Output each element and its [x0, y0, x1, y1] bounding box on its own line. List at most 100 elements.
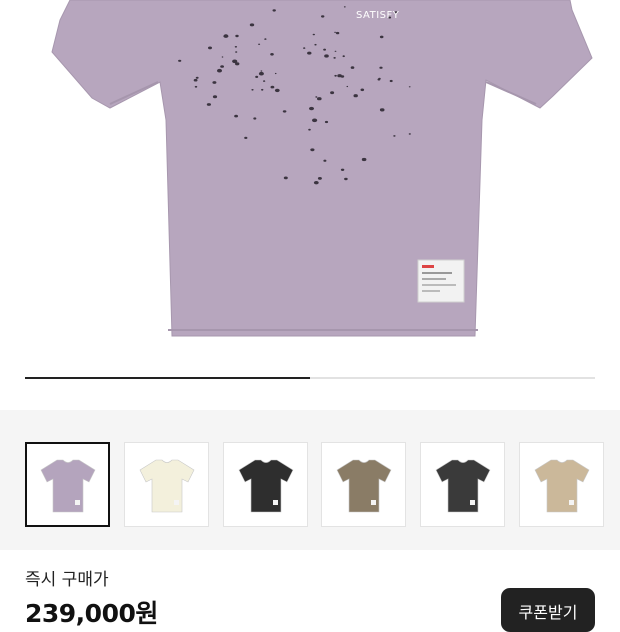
tshirt-thumb-icon — [534, 459, 589, 512]
distress-hole — [212, 95, 218, 99]
tshirt-thumb-shape — [139, 459, 194, 512]
distress-hole — [253, 117, 257, 120]
tshirt-thumb-shape — [238, 459, 293, 512]
gallery-progress-bar — [25, 377, 595, 379]
distress-hole — [260, 70, 263, 72]
distress-hole — [323, 48, 326, 51]
distress-hole — [330, 91, 335, 95]
distress-hole — [408, 86, 411, 88]
distress-hole — [261, 88, 264, 91]
distress-hole — [340, 168, 345, 171]
tshirt-thumb-icon — [139, 459, 194, 512]
distress-hole — [310, 148, 315, 152]
distress-hole — [178, 59, 182, 62]
distress-hole — [274, 88, 280, 93]
distress-hole — [274, 72, 277, 75]
distress-hole — [264, 38, 267, 40]
distress-hole — [346, 85, 349, 88]
distress-hole — [335, 31, 340, 35]
distress-hole — [307, 51, 312, 55]
distress-hole — [270, 53, 274, 56]
distress-hole — [193, 78, 198, 82]
distress-hole — [258, 71, 264, 76]
care-label-patch — [417, 259, 465, 303]
distress-hole — [334, 74, 337, 77]
tshirt-thumb-icon — [40, 459, 95, 512]
thumbnail-olive-photo-tee[interactable] — [321, 442, 406, 527]
distress-hole — [234, 114, 239, 118]
distress-hole — [340, 75, 345, 78]
thumbnail-charcoal-tee[interactable] — [420, 442, 505, 527]
distress-hole — [206, 103, 211, 106]
distress-hole — [393, 135, 396, 137]
tshirt-body — [51, 0, 593, 337]
distress-hole — [312, 33, 315, 36]
distress-hole — [212, 81, 217, 84]
tshirt-thumb-shape — [435, 459, 490, 512]
distress-hole — [379, 35, 384, 39]
tshirt-thumb-shape — [534, 459, 589, 512]
distress-hole — [220, 65, 225, 68]
distress-hole — [323, 159, 327, 162]
distress-hole — [263, 80, 266, 82]
distress-hole — [334, 50, 337, 52]
tshirt-illustration: SATISFY — [51, 0, 593, 337]
distress-hole — [314, 43, 317, 46]
distress-hole — [223, 34, 229, 38]
distress-hole — [234, 46, 238, 48]
distress-hole — [195, 76, 199, 79]
instant-buy-price-label: 즉시 구매가 — [25, 570, 109, 590]
distress-hole — [334, 31, 336, 33]
distress-hole — [235, 51, 238, 53]
distress-hole — [360, 88, 365, 92]
thumbnail-lavender-distressed-tee[interactable] — [25, 442, 110, 527]
distress-hole — [379, 108, 385, 112]
distress-hole — [282, 110, 287, 113]
distress-hole — [344, 177, 348, 181]
thumb-label-patch — [469, 499, 475, 505]
distress-hole — [321, 15, 325, 18]
distress-hole — [235, 34, 239, 38]
distress-hole — [235, 62, 240, 66]
distress-hole — [313, 181, 319, 185]
instant-buy-price: 239,000원 — [25, 599, 158, 628]
distress-hole — [303, 47, 306, 49]
distress-hole — [312, 118, 318, 123]
distress-hole — [342, 55, 345, 58]
distress-hole — [251, 89, 254, 91]
distress-hole — [343, 6, 346, 8]
distress-hole — [317, 97, 322, 101]
tshirt-thumb-shape — [336, 459, 391, 512]
distress-hole — [255, 75, 259, 78]
distress-hole — [308, 128, 311, 131]
distress-hole — [249, 23, 255, 27]
distress-hole — [315, 96, 318, 98]
distress-hole — [353, 94, 358, 98]
distress-hole — [221, 56, 224, 58]
distress-hole — [324, 54, 329, 58]
distress-hole — [333, 57, 336, 59]
thumbnail-tan-graphic-tee[interactable] — [519, 442, 604, 527]
thumb-label-patch — [74, 499, 80, 505]
distress-hole — [283, 176, 288, 180]
thumb-label-patch — [272, 499, 278, 505]
distress-hole — [272, 9, 276, 12]
tshirt-thumb-icon — [435, 459, 490, 512]
distress-hole — [389, 79, 393, 83]
distress-hole — [194, 85, 198, 88]
distress-hole — [244, 136, 248, 139]
distress-hole — [408, 133, 411, 135]
product-main-image: SATISFY — [0, 0, 620, 410]
thumb-label-patch — [370, 499, 376, 505]
distress-hole — [324, 120, 329, 124]
thumbnail-cream-graphic-tee[interactable] — [124, 442, 209, 527]
distress-hole — [309, 106, 314, 111]
distress-hole — [270, 85, 275, 89]
tshirt-thumb-shape — [40, 459, 95, 512]
thumb-label-patch — [568, 499, 574, 505]
tshirt-thumb-icon — [336, 459, 391, 512]
thumb-label-patch — [173, 499, 179, 505]
thumbnail-black-tee[interactable] — [223, 442, 308, 527]
distress-hole — [379, 66, 383, 69]
get-coupon-button[interactable]: 쿠폰받기 — [501, 588, 595, 632]
